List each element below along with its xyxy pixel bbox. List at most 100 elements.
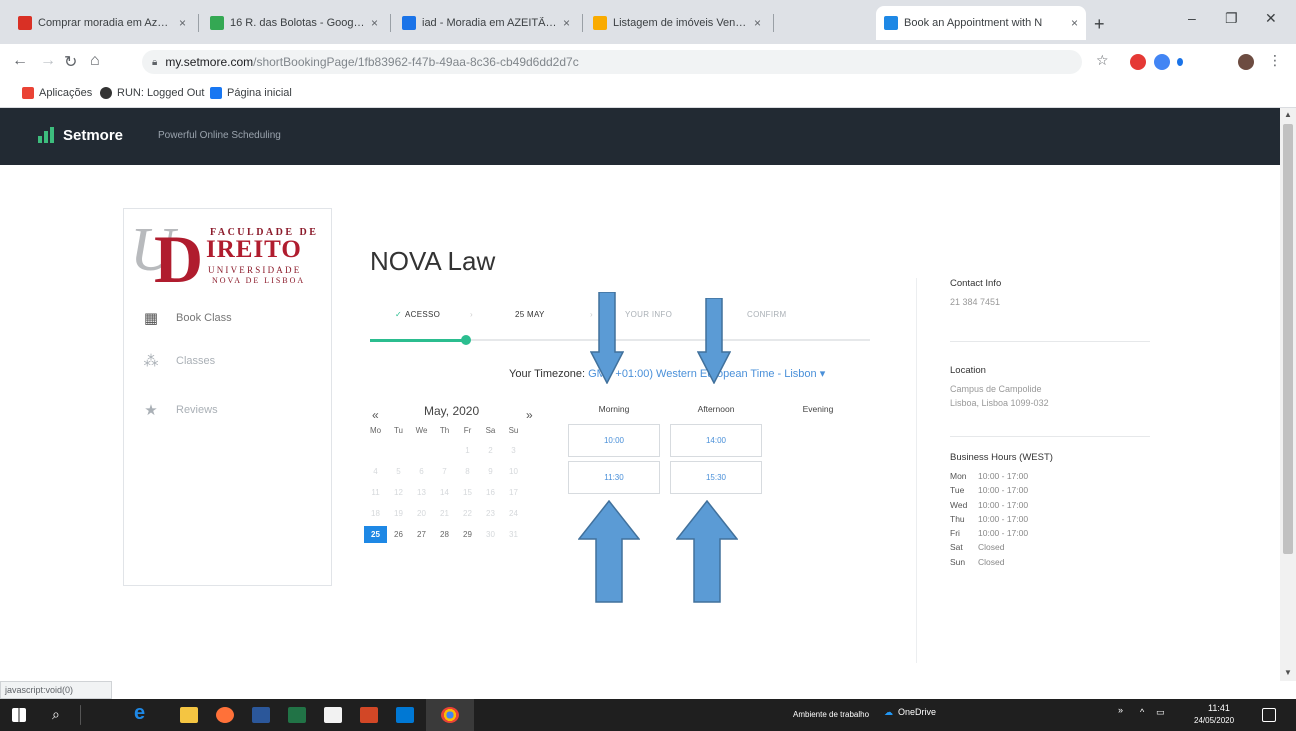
bookmark-item[interactable]: Página inicial [210,87,292,99]
back-icon[interactable]: ← [12,52,28,70]
browser-tab[interactable]: iad - Moradia em AZEITÃO (S × [394,6,578,40]
network-icon[interactable]: ▭ [1156,707,1165,718]
tab-close-icon[interactable]: × [563,16,570,30]
browser-tab[interactable]: Listagem de imóveis Venda I × [585,6,769,40]
store-icon[interactable] [324,707,342,723]
bookmark-item[interactable]: RUN: Logged Out [100,87,204,99]
tab-title: 16 R. das Bolotas - Google M [230,17,365,29]
calendar-day: 12 [394,488,403,497]
calendar-day[interactable]: 25 [364,526,387,543]
onedrive-icon[interactable]: ☁ [884,707,893,718]
step-label: ACESSO [405,310,441,319]
sidebar-item-reviews[interactable]: ★ Reviews [142,401,218,419]
calendar-day: 13 [417,488,426,497]
close-window-button[interactable]: ✕ [1265,10,1277,27]
sidebar-item-classes[interactable]: ⁂ Classes [142,352,216,370]
setmore-brand: Setmore [63,127,124,144]
hours-day: Mon [950,471,967,481]
calendar-day: 31 [509,530,518,539]
tray-chevron-icon[interactable]: ^ [1140,707,1144,717]
browser-tab[interactable]: 16 R. das Bolotas - Google M × [202,6,386,40]
page-scrollbar[interactable]: ▲ ▼ [1280,108,1296,681]
calendar-weekday: Th [439,426,450,435]
people-icon: ⁂ [143,353,159,370]
tab-separator [390,14,391,32]
overflow-icon[interactable]: » [1118,705,1123,715]
tab-close-icon[interactable]: × [371,16,378,30]
step-label: CONFIRM [747,310,787,319]
step-acesso[interactable]: ✓ ACESSO [395,310,440,319]
clock-time[interactable]: 11:41 [1208,703,1230,713]
time-slot-button[interactable]: 14:00 [670,424,762,457]
calendar-day[interactable]: 27 [410,526,433,543]
edge-icon[interactable]: e [134,702,145,725]
time-slot-button[interactable]: 15:30 [670,461,762,494]
step-label: 25 MAY [515,310,545,319]
service-title: NOVA Law [370,246,496,276]
windows-start-icon[interactable] [12,708,26,722]
calendar-day: 15 [463,488,472,497]
browser-tab[interactable]: Book an Appointment with N × [876,6,1086,40]
onedrive-label[interactable]: OneDrive [898,707,936,717]
step-25-may: 25 MAY [515,310,545,319]
calendar-empty-cell [387,442,410,459]
timezone-selector[interactable]: Your Timezone: GMT +01:00) Western Europ… [509,367,825,380]
home-icon[interactable]: ⌂ [90,52,100,70]
address-bar[interactable]: 🔒︎ my.setmore.com/shortBookingPage/1fb83… [142,50,1082,74]
excel-icon[interactable] [288,707,306,723]
search-icon[interactable]: ⌕ [52,706,60,723]
reload-icon[interactable]: ↻ [64,52,77,72]
next-month-button[interactable]: » [526,408,533,422]
tab-close-icon[interactable]: × [754,16,761,30]
sidebar-item-label: Reviews [176,404,218,416]
calendar-day[interactable]: 29 [456,526,479,543]
calendar-day[interactable]: 28 [433,526,456,543]
calendar-day: 7 [442,467,447,476]
calendar-weekday: Su [508,426,519,435]
bookmark-item[interactable]: Aplicações [22,87,92,99]
step-separator-icon: › [470,310,473,319]
calendar-day: 1 [465,446,470,455]
maximize-button[interactable]: ❐ [1225,10,1238,27]
workspace-label[interactable]: Ambiente de trabalho [793,710,869,719]
firefox-icon[interactable] [216,707,234,723]
calendar-day[interactable]: 26 [387,526,410,543]
new-tab-button[interactable]: + [1094,14,1105,35]
calendar-day: 11 [371,488,380,497]
clock-date[interactable]: 24/05/2020 [1194,716,1234,725]
calendar-day: 10 [509,467,518,476]
chevron-down-icon[interactable]: ▾ [820,368,826,380]
notifications-icon[interactable] [1262,708,1276,722]
tab-close-icon[interactable]: × [1071,16,1078,30]
extension-small-icon[interactable] [1177,58,1183,66]
calendar-day: 30 [486,530,495,539]
extension-icon[interactable] [1154,54,1170,70]
page-viewport: Setmore Powerful Online Scheduling U D F… [0,108,1280,681]
calendar-day: 6 [419,467,424,476]
browser-tab[interactable]: Comprar moradia em Azeitão × [10,6,194,40]
time-slot-button[interactable]: 10:00 [568,424,660,457]
profile-avatar[interactable] [1238,54,1254,70]
pinterest-extension-icon[interactable] [1130,54,1146,70]
time-slot-button[interactable]: 11:30 [568,461,660,494]
business-sidebar: U D FACULDADE DE IREITO UNIVERSIDADE NOV… [123,208,332,586]
menu-kebab-icon[interactable]: ⋮ [1268,52,1282,69]
sidebar-item-book-class[interactable]: ▦ Book Class [142,309,232,327]
bookmark-star-icon[interactable]: ☆ [1096,52,1109,69]
tab-close-icon[interactable]: × [179,16,186,30]
outlook-icon[interactable] [396,707,414,723]
forward-icon[interactable]: → [40,52,56,70]
prev-month-button[interactable]: « [372,408,379,422]
progress-fill [370,339,467,342]
arrow-up-annotation [578,500,640,603]
calendar-empty-cell [433,442,456,459]
hours-time: 10:00 - 17:00 [978,499,1029,510]
file-explorer-icon[interactable] [180,707,198,723]
word-icon[interactable] [252,707,270,723]
contact-info-heading: Contact Info [950,278,1002,289]
minimize-button[interactable]: – [1188,10,1196,26]
slot-column-evening: Evening [802,404,834,414]
powerpoint-icon[interactable] [360,707,378,723]
scrollbar-thumb[interactable] [1283,124,1293,554]
hours-day: Sun [950,556,966,567]
